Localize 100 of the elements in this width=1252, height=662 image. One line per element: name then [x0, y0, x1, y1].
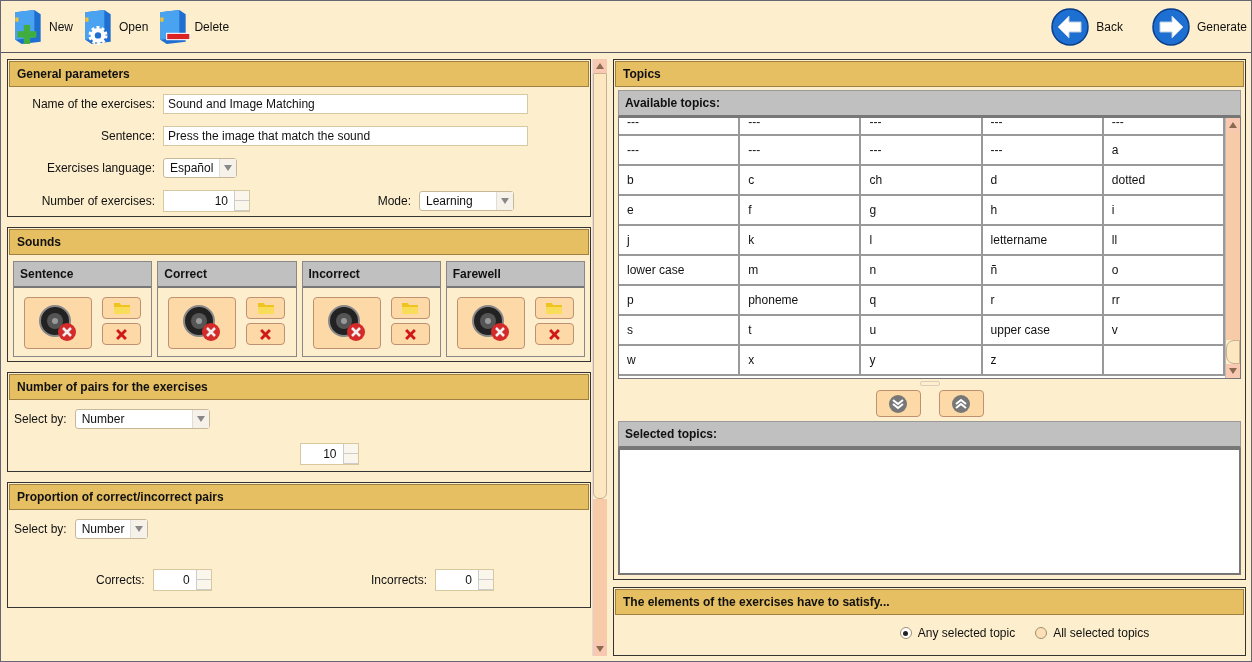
- toolbar-button[interactable]: Back: [1050, 6, 1123, 47]
- topic-cell[interactable]: ---: [619, 118, 741, 136]
- open-file-button[interactable]: [534, 297, 574, 319]
- topic-cell[interactable]: g: [861, 196, 983, 226]
- play-sound-button[interactable]: [24, 297, 93, 349]
- panel-title: Topics: [615, 61, 1244, 87]
- topic-cell[interactable]: u: [861, 316, 983, 346]
- move-down-button[interactable]: [875, 390, 921, 417]
- topic-cell[interactable]: o: [1103, 256, 1225, 286]
- number-spinner[interactable]: 10: [163, 190, 250, 212]
- caret-icon: [196, 416, 205, 422]
- topic-cell[interactable]: ---: [740, 136, 862, 166]
- topic-cell[interactable]: ---: [982, 136, 1104, 166]
- topic-cell[interactable]: rr: [1103, 286, 1225, 316]
- topic-cell[interactable]: y: [861, 346, 983, 376]
- folder-icon: [113, 302, 130, 314]
- toolbar-button[interactable]: Generate: [1150, 6, 1247, 47]
- list-heading: Selected topics:: [618, 421, 1241, 448]
- panel-title: Proportion of correct/incorrect pairs: [9, 484, 589, 510]
- number-spinner[interactable]: 10: [299, 443, 359, 465]
- open-file-button[interactable]: [246, 297, 286, 319]
- topic-cell[interactable]: ñ: [982, 256, 1104, 286]
- open-file-button[interactable]: [390, 297, 430, 319]
- scroll-up-icon: [593, 59, 607, 73]
- number-spinner[interactable]: 0: [435, 569, 494, 591]
- close-icon: [116, 328, 128, 340]
- caret-icon: [219, 159, 237, 177]
- topic-cell[interactable]: w: [619, 346, 741, 376]
- play-sound-button[interactable]: [456, 297, 525, 349]
- radio-button[interactable]: [899, 627, 912, 639]
- dropdown[interactable]: Español: [163, 158, 238, 178]
- dropdown[interactable]: Learning: [419, 191, 514, 211]
- number-spinner[interactable]: 0: [152, 569, 212, 591]
- radio-option[interactable]: All selected topics: [1035, 626, 1150, 640]
- toolbar-button[interactable]: Open: [79, 7, 149, 46]
- topic-cell[interactable]: l: [861, 226, 983, 256]
- topic-cell[interactable]: upper case: [982, 316, 1104, 346]
- play-sound-button[interactable]: [312, 297, 381, 349]
- caret-icon: [501, 198, 509, 204]
- move-up-button[interactable]: [938, 390, 984, 417]
- topic-cell[interactable]: q: [861, 286, 983, 316]
- dropdown[interactable]: Number: [74, 519, 149, 539]
- radio-button[interactable]: [1035, 627, 1048, 639]
- topic-cell[interactable]: ---: [619, 136, 741, 166]
- remove-button[interactable]: [534, 323, 574, 345]
- topic-cell[interactable]: ---: [1103, 118, 1225, 136]
- topic-cell[interactable]: i: [1103, 196, 1225, 226]
- sound-title: Sentence: [14, 262, 152, 288]
- scroll-down-icon: [593, 642, 607, 656]
- topic-cell[interactable]: m: [740, 256, 862, 286]
- topic-cell[interactable]: z: [982, 346, 1104, 376]
- topic-cell[interactable]: k: [740, 226, 862, 256]
- radio-option[interactable]: Any selected topic: [899, 626, 1016, 640]
- scroll-thumb[interactable]: [1226, 340, 1240, 364]
- dropdown[interactable]: Number: [74, 409, 210, 429]
- topic-cell[interactable]: a: [1103, 136, 1225, 166]
- topic-cell[interactable]: c: [740, 166, 862, 196]
- scrollbar[interactable]: [592, 59, 607, 656]
- topic-cell[interactable]: phoneme: [740, 286, 862, 316]
- topic-cell[interactable]: ---: [861, 118, 983, 136]
- field-label: Exercises language:: [45, 161, 155, 175]
- topic-cell[interactable]: ch: [861, 166, 983, 196]
- remove-button[interactable]: [390, 323, 430, 345]
- topic-cell[interactable]: b: [619, 166, 741, 196]
- toolbar-button[interactable]: Delete: [154, 7, 230, 46]
- remove-button[interactable]: [102, 323, 142, 345]
- play-sound-button[interactable]: [168, 297, 237, 349]
- open-file-button[interactable]: [102, 297, 142, 319]
- topic-cell[interactable]: lower case: [619, 256, 741, 286]
- toolbar-button[interactable]: New: [9, 7, 73, 46]
- splitter-handle[interactable]: [919, 381, 940, 386]
- topic-cell[interactable]: lettername: [982, 226, 1104, 256]
- scroll-up-icon: [1226, 118, 1240, 132]
- topic-cell[interactable]: ll: [1103, 226, 1225, 256]
- topic-cell[interactable]: v: [1103, 316, 1225, 346]
- topic-cell[interactable]: f: [740, 196, 862, 226]
- field-label: Name of the exercises:: [31, 97, 155, 111]
- topic-cell[interactable]: ---: [982, 118, 1104, 136]
- topic-cell[interactable]: t: [740, 316, 862, 346]
- selected-topics-list[interactable]: [618, 448, 1241, 575]
- scroll-thumb[interactable]: [593, 73, 607, 499]
- topic-cell[interactable]: ---: [740, 118, 862, 136]
- topic-cell[interactable]: s: [619, 316, 741, 346]
- topic-cell[interactable]: j: [619, 226, 741, 256]
- topic-cell[interactable]: n: [861, 256, 983, 286]
- topic-cell[interactable]: x: [740, 346, 862, 376]
- remove-button[interactable]: [246, 323, 286, 345]
- caret-icon: [135, 526, 144, 532]
- input-field[interactable]: Press the image that match the sound: [163, 126, 528, 146]
- topic-cell[interactable]: dotted: [1103, 166, 1225, 196]
- topic-cell[interactable]: e: [619, 196, 741, 226]
- topic-cell[interactable]: d: [982, 166, 1104, 196]
- topic-cell[interactable]: ---: [861, 136, 983, 166]
- scrollbar[interactable]: [1225, 118, 1240, 378]
- topic-cell[interactable]: h: [982, 196, 1104, 226]
- sound-title: Incorrect: [302, 262, 440, 288]
- input-field[interactable]: Sound and Image Matching: [163, 94, 528, 114]
- sound-title: Correct: [158, 262, 296, 288]
- topic-cell[interactable]: p: [619, 286, 741, 316]
- topic-cell[interactable]: r: [982, 286, 1104, 316]
